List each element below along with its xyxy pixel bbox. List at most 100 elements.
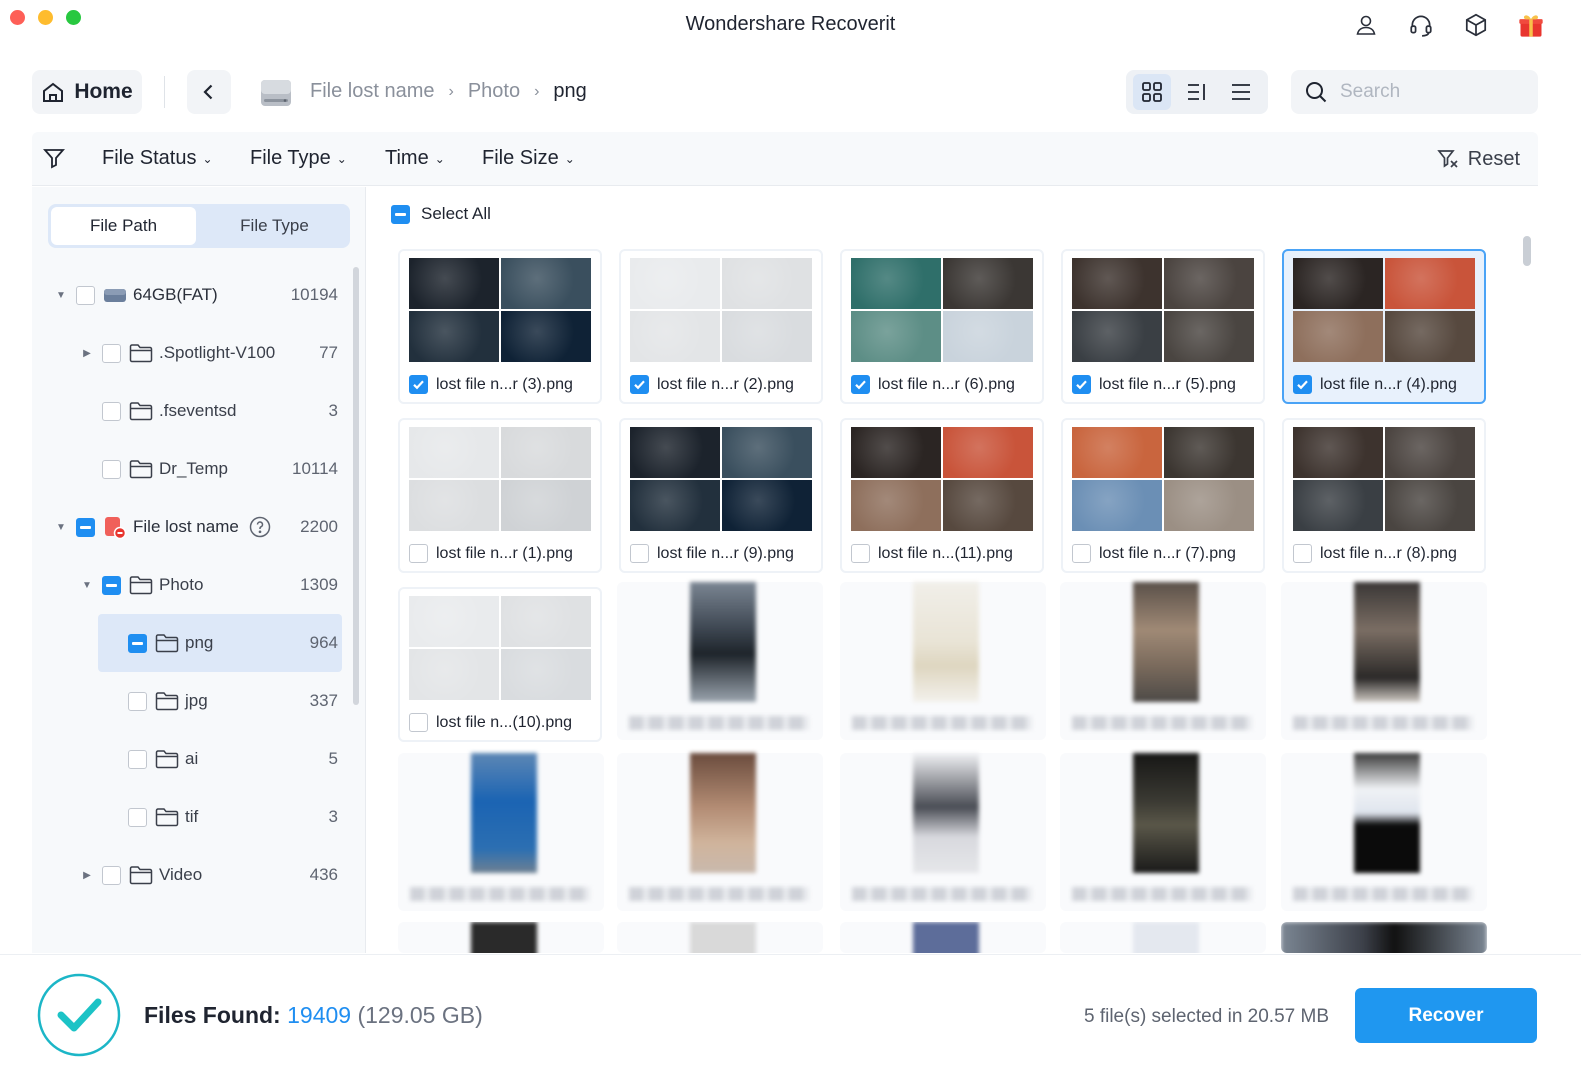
home-button[interactable]: Home (32, 70, 142, 114)
tree-item[interactable]: .fseventsd 3 (80, 382, 342, 440)
breadcrumb-item[interactable]: File lost name (310, 80, 435, 103)
home-label: Home (74, 80, 133, 103)
thumbnail-tile (851, 258, 941, 309)
tree-item[interactable]: ▶ Video 436 (80, 846, 342, 904)
tree-item[interactable]: ▼ Photo 1309 (80, 556, 342, 614)
file-checkbox[interactable] (409, 375, 428, 394)
file-caption: lost file n...r (9).png (630, 544, 794, 563)
file-status-dropdown[interactable]: File Status ⌄ (102, 147, 213, 170)
user-icon[interactable] (1351, 10, 1381, 40)
file-card[interactable]: lost file n...r (1).png (398, 418, 602, 573)
file-checkbox[interactable] (851, 375, 870, 394)
tree-item[interactable]: ▶ .Spotlight-V100 77 (80, 324, 342, 382)
tree-item-checkbox[interactable] (102, 459, 121, 479)
tree-item-checkbox[interactable] (128, 749, 147, 769)
tree-item[interactable]: ▼ File lost name 2200 (54, 498, 342, 556)
file-card[interactable]: lost file n...r (2).png (619, 249, 823, 404)
tree-item-label: .Spotlight-V100 (159, 343, 276, 362)
file-checkbox[interactable] (1072, 544, 1091, 563)
tree-item-checkbox[interactable] (102, 343, 121, 363)
tree-item[interactable]: ai 5 (106, 730, 342, 788)
tree-item[interactable]: ▼ 64GB(FAT) 10194 (54, 266, 342, 324)
time-dropdown[interactable]: Time ⌄ (385, 147, 445, 170)
help-icon[interactable] (249, 516, 271, 538)
caret-right-icon[interactable]: ▶ (80, 870, 94, 881)
tree-item-checkbox[interactable] (102, 575, 121, 595)
file-card[interactable]: lost file n...r (7).png (1061, 418, 1265, 573)
file-card[interactable]: lost file n...r (4).png (1282, 249, 1486, 404)
placeholder-image (913, 582, 979, 702)
file-size-dropdown[interactable]: File Size ⌄ (482, 147, 575, 170)
tree-item-label: Dr_Temp (159, 459, 228, 478)
file-card[interactable]: lost file n...(10).png (398, 587, 602, 742)
tree-item-checkbox[interactable] (102, 401, 121, 421)
file-checkbox[interactable] (630, 375, 649, 394)
file-name: lost file n...r (2).png (657, 375, 794, 393)
tree-item-checkbox[interactable] (128, 691, 147, 711)
tree-item[interactable]: png 964 (106, 614, 342, 672)
file-card[interactable]: lost file n...r (9).png (619, 418, 823, 573)
file-thumbnail (1072, 427, 1254, 531)
tree-item-label: jpg (185, 691, 208, 710)
file-checkbox[interactable] (409, 544, 428, 563)
sidebar-scrollbar[interactable] (353, 267, 359, 705)
caret-down-icon[interactable]: ▼ (80, 580, 94, 591)
file-thumbnail (630, 427, 812, 531)
headset-icon[interactable] (1406, 10, 1436, 40)
tab-file-type[interactable]: File Type (202, 207, 347, 245)
file-card[interactable]: lost file n...r (3).png (398, 249, 602, 404)
file-checkbox[interactable] (1293, 375, 1312, 394)
tree-item-checkbox[interactable] (128, 807, 147, 827)
tab-file-path[interactable]: File Path (51, 207, 196, 245)
thumbnail-tile (943, 311, 1033, 362)
select-all[interactable]: Select All (391, 204, 491, 224)
search-input[interactable] (1340, 81, 1520, 103)
file-card[interactable]: lost file n...r (5).png (1061, 249, 1265, 404)
tree-item-checkbox[interactable] (102, 865, 121, 885)
file-checkbox[interactable] (851, 544, 870, 563)
caret-down-icon[interactable]: ▼ (54, 522, 68, 533)
file-card[interactable]: lost file n...r (8).png (1282, 418, 1486, 573)
tree-item-checkbox[interactable] (76, 517, 95, 537)
placeholder-text (852, 887, 1032, 901)
loading-placeholder (398, 922, 604, 953)
chevron-down-icon: ⌄ (434, 151, 445, 166)
file-name: lost file n...(11).png (878, 544, 1013, 562)
main-scrollbar[interactable] (1523, 236, 1531, 266)
files-found: Files Found: 19409 (129.05 GB) (144, 1002, 483, 1029)
tree-item-checkbox[interactable] (128, 633, 147, 653)
file-checkbox[interactable] (1293, 544, 1312, 563)
footer: Files Found: 19409 (129.05 GB) 5 file(s)… (0, 954, 1581, 1080)
app-window: Wondershare Recoverit Home File lost nam… (0, 0, 1581, 1080)
file-checkbox[interactable] (1072, 375, 1091, 394)
detail-view-button[interactable] (1178, 74, 1216, 110)
tree-item[interactable]: tif 3 (106, 788, 342, 846)
list-view-button[interactable] (1222, 74, 1260, 110)
gift-icon[interactable] (1516, 10, 1546, 40)
back-button[interactable] (187, 70, 231, 114)
breadcrumb-item[interactable]: Photo (468, 80, 520, 103)
thumbnail-tile (501, 480, 591, 531)
placeholder-image (1281, 922, 1487, 953)
tree-item-label: Photo (159, 575, 204, 594)
file-size-label: File Size (482, 147, 559, 169)
file-caption: lost file n...(11).png (851, 544, 1013, 563)
caret-down-icon[interactable]: ▼ (54, 290, 68, 301)
file-checkbox[interactable] (630, 544, 649, 563)
file-type-dropdown[interactable]: File Type ⌄ (250, 147, 347, 170)
thumbnail-tile (851, 311, 941, 362)
select-all-checkbox[interactable] (391, 204, 410, 224)
caret-right-icon[interactable]: ▶ (80, 348, 94, 359)
tree-item[interactable]: Dr_Temp 10114 (80, 440, 342, 498)
tree-item[interactable]: jpg 337 (106, 672, 342, 730)
file-checkbox[interactable] (409, 713, 428, 732)
grid-view-button[interactable] (1133, 74, 1171, 110)
tree-item-checkbox[interactable] (76, 285, 95, 305)
file-card[interactable]: lost file n...(11).png (840, 418, 1044, 573)
filter-icon[interactable] (42, 146, 66, 175)
cube-icon[interactable] (1461, 10, 1491, 40)
recover-button[interactable]: Recover (1355, 988, 1537, 1043)
reset-button[interactable]: Reset (1436, 147, 1520, 171)
chevron-down-icon: ⌄ (202, 151, 213, 166)
file-card[interactable]: lost file n...r (6).png (840, 249, 1044, 404)
